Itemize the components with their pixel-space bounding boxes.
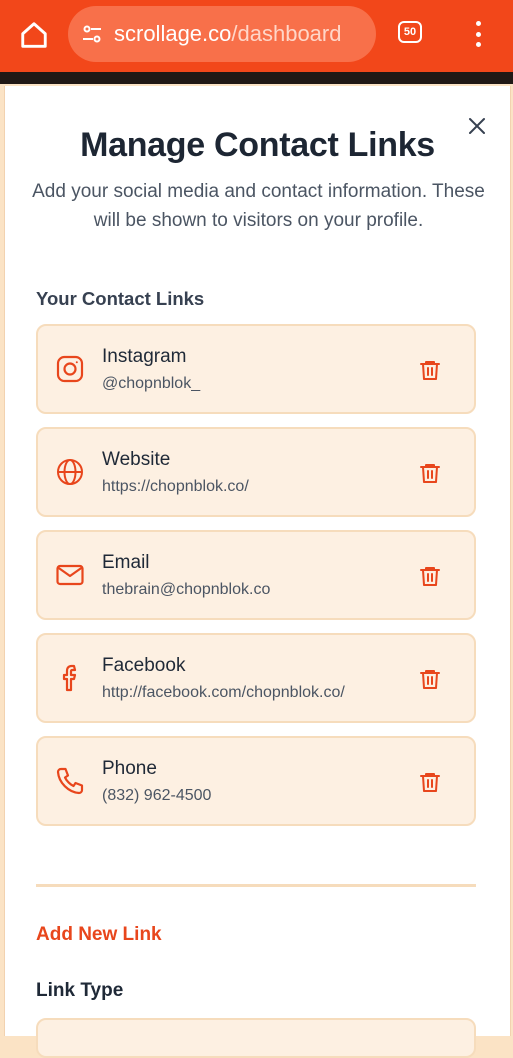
link-value: http://facebook.com/chopnblok.co/: [102, 684, 345, 701]
link-name: Website: [102, 449, 171, 470]
link-name: Email: [102, 552, 150, 573]
contact-link-item: Instagram @chopnblok_: [36, 324, 476, 414]
section-divider: [36, 884, 476, 887]
modal-subtitle: Add your social media and contact inform…: [32, 181, 485, 231]
globe-icon: [57, 459, 83, 485]
link-value: (832) 962-4500: [102, 787, 212, 804]
url-path: /dashboard: [231, 21, 342, 46]
page-background: Manage Contact Links Add your social med…: [0, 84, 513, 1058]
address-bar[interactable]: scrollage.co/dashboard: [68, 6, 376, 62]
link-name: Facebook: [102, 655, 186, 676]
contact-link-item: Website https://chopnblok.co/: [36, 427, 476, 517]
trash-icon[interactable]: [418, 770, 442, 794]
browser-toolbar: scrollage.co/dashboard 50: [0, 0, 513, 72]
mail-icon: [56, 564, 84, 586]
url-text: scrollage.co/dashboard: [114, 21, 341, 47]
home-icon: [21, 22, 47, 48]
toolbar-divider: [0, 72, 513, 84]
overflow-menu-button[interactable]: [468, 18, 488, 50]
section-label: Your Contact Links: [36, 288, 205, 309]
instagram-icon: [56, 355, 84, 383]
trash-icon[interactable]: [418, 564, 442, 588]
trash-icon[interactable]: [418, 358, 442, 382]
phone-icon: [56, 767, 84, 795]
site-settings-icon[interactable]: [80, 22, 104, 46]
link-type-select[interactable]: [36, 1018, 476, 1058]
contact-link-item: Phone (832) 962-4500: [36, 736, 476, 826]
menu-dot-icon: [475, 42, 481, 47]
link-value: @chopnblok_: [102, 375, 201, 392]
contact-link-item: Email thebrain@chopnblok.co: [36, 530, 476, 620]
tab-switcher-button[interactable]: 50: [398, 21, 422, 43]
contact-links-modal: Manage Contact Links Add your social med…: [4, 86, 511, 1058]
contact-link-item: Facebook http://facebook.com/chopnblok.c…: [36, 633, 476, 723]
trash-icon[interactable]: [418, 461, 442, 485]
link-value: thebrain@chopnblok.co: [102, 581, 271, 598]
modal-title: Manage Contact Links: [80, 126, 435, 164]
add-new-link-heading: Add New Link: [36, 924, 162, 945]
link-value: https://chopnblok.co/: [102, 478, 249, 495]
link-name: Instagram: [102, 346, 187, 367]
menu-dot-icon: [475, 31, 481, 37]
url-host: scrollage.co: [114, 21, 232, 46]
menu-dot-icon: [475, 21, 481, 26]
home-button[interactable]: [16, 17, 52, 53]
link-name: Phone: [102, 758, 157, 779]
link-type-label: Link Type: [36, 980, 124, 1001]
facebook-icon: [62, 664, 77, 692]
trash-icon[interactable]: [418, 667, 442, 691]
